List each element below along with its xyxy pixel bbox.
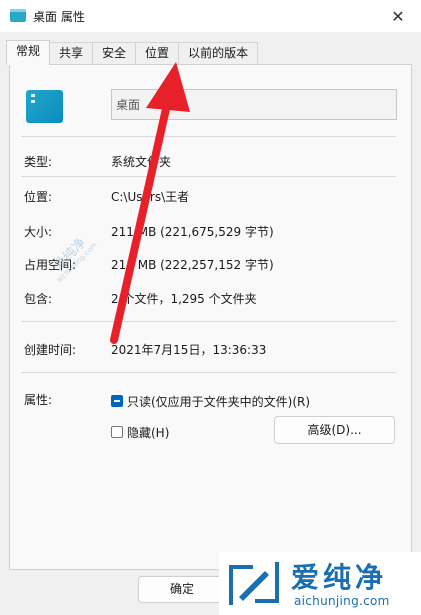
watermark-text-cn: 爱纯净 (291, 561, 388, 594)
annotation-arrow (110, 62, 190, 344)
arrow-shaft (110, 96, 172, 344)
watermark: 爱纯净 aichunjing.com (219, 552, 421, 615)
watermark-logo-icon (229, 562, 279, 605)
tab-general[interactable]: 常规 (6, 40, 51, 65)
arrow-head (146, 62, 190, 112)
watermark-text-en: aichunjing.com (294, 594, 390, 608)
